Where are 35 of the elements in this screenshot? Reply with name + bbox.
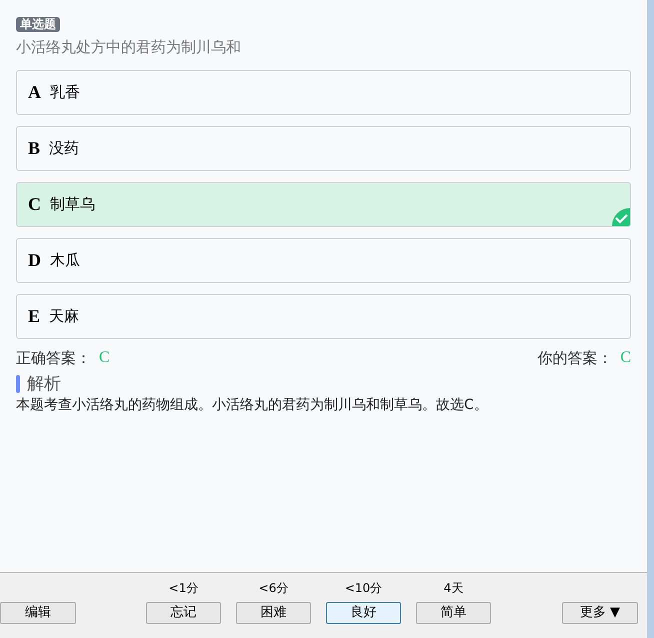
rating-button[interactable]: 忘记 [146, 602, 221, 624]
option-letter: B [28, 137, 40, 160]
answer-option[interactable]: B 没药 [16, 126, 631, 171]
check-icon [612, 208, 630, 226]
your-answer-value: C [620, 348, 631, 368]
option-text: 乳香 [50, 82, 80, 104]
answer-option[interactable]: C 制草乌 [16, 182, 631, 227]
option-letter: D [28, 249, 41, 272]
analysis-heading: 解析 [27, 374, 61, 394]
option-letter: E [28, 305, 40, 328]
correct-answer-label: 正确答案： [16, 348, 91, 368]
interval-label: <6分 [258, 580, 288, 596]
rating-button[interactable]: 困难 [236, 602, 311, 624]
analysis-text: 本题考查小活络丸的药物组成。小活络丸的君药为制川乌和制草乌。故选C。 [16, 396, 489, 415]
heading-accent-bar [16, 375, 20, 393]
option-text: 木瓜 [50, 250, 80, 272]
your-answer-label: 你的答案： [537, 348, 612, 368]
interval-label: <1分 [168, 580, 198, 596]
rating-button[interactable]: 简单 [416, 602, 491, 624]
more-button[interactable]: 更多 ▼ [562, 602, 638, 624]
interval-label: <10分 [344, 580, 382, 596]
option-text: 制草乌 [50, 194, 95, 216]
answer-option[interactable]: A 乳香 [16, 70, 631, 115]
correct-answer-value: C [99, 348, 110, 368]
answer-option[interactable]: D 木瓜 [16, 238, 631, 283]
rating-button[interactable]: 良好 [326, 602, 401, 624]
question-type-badge: 单选题 [16, 17, 60, 32]
interval-label: 4天 [444, 580, 464, 596]
option-letter: A [28, 81, 41, 104]
edit-button[interactable]: 编辑 [0, 602, 76, 624]
option-text: 没药 [49, 138, 80, 160]
option-text: 天麻 [49, 306, 80, 328]
option-letter: C [28, 193, 41, 216]
question-text: 小活络丸处方中的君药为制川乌和 [16, 37, 242, 58]
answer-option[interactable]: E 天麻 [16, 294, 631, 339]
